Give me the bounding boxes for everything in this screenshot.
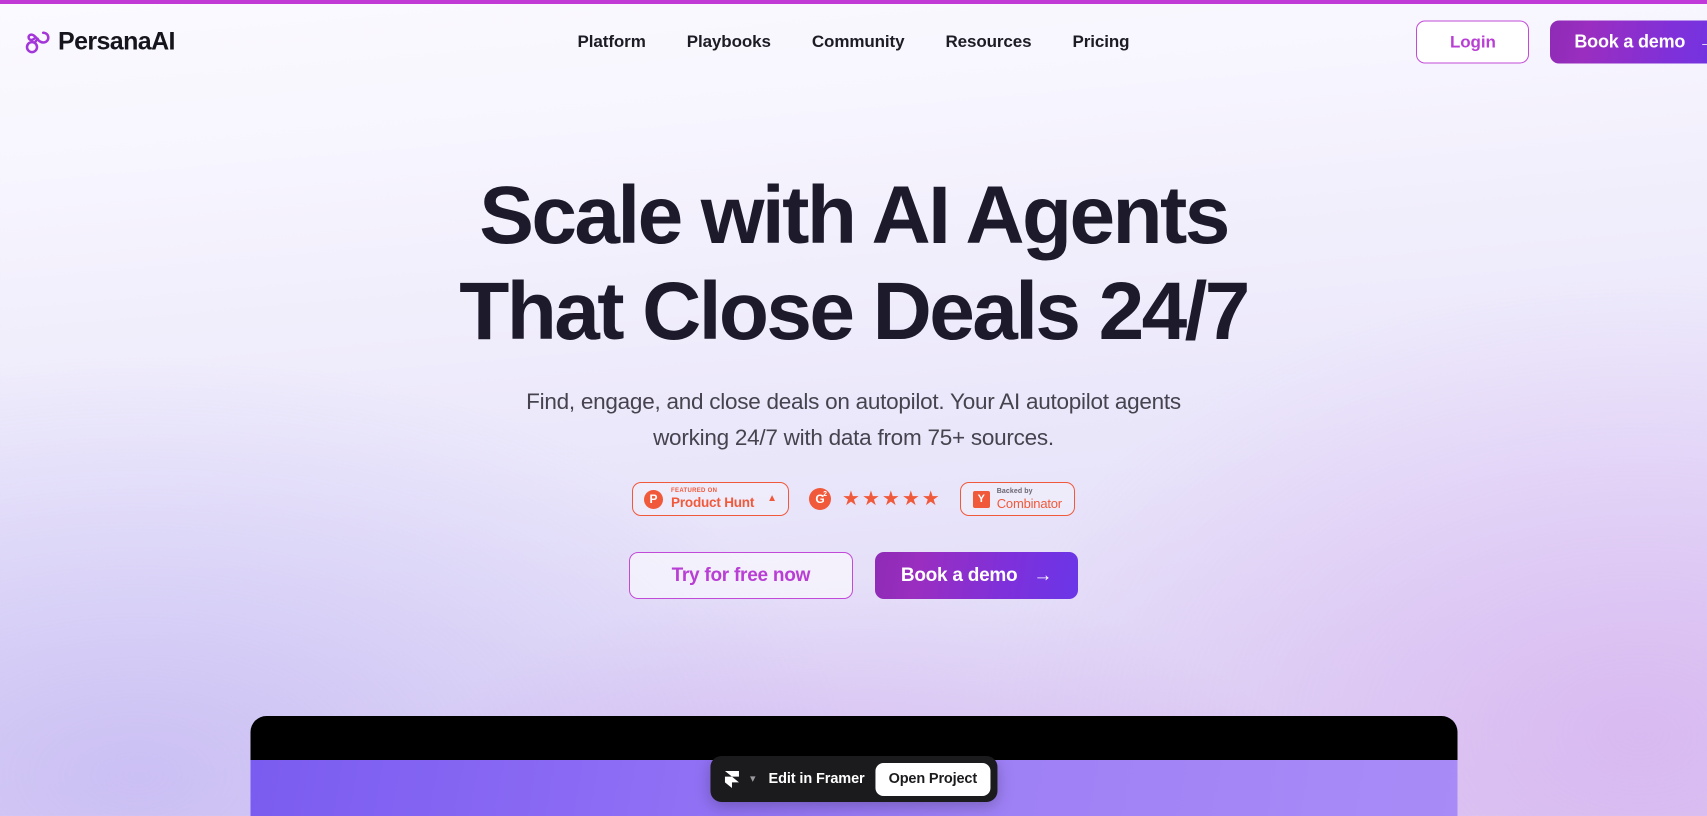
star-icon: ★ [901, 488, 920, 510]
nav-links: Platform Playbooks Community Resources P… [578, 31, 1130, 53]
brand-logo[interactable]: PersanaAI [24, 28, 175, 57]
page-title: Scale with AI Agents That Close Deals 24… [459, 168, 1250, 360]
g2-mark-sup: 2 [823, 491, 828, 498]
brand-name: PersanaAI [58, 27, 175, 56]
headline-line-1: Scale with AI Agents [479, 170, 1230, 261]
framer-logo-icon[interactable] [724, 770, 739, 788]
star-icon: ★ [861, 488, 880, 510]
edit-in-framer-label: Edit in Framer [768, 771, 865, 787]
book-a-demo-label-nav: Book a demo [1574, 31, 1686, 52]
social-proof-badges: P FEATURED ON Product Hunt ▲ G2 ★ ★ ★ ★ … [632, 482, 1075, 516]
book-a-demo-button-nav[interactable]: Book a demo → [1550, 20, 1707, 64]
nav-item-playbooks[interactable]: Playbooks [687, 31, 771, 53]
chevron-down-icon[interactable]: ▾ [750, 773, 756, 785]
yc-eyebrow: Backed by [996, 487, 1033, 495]
star-rating: ★ ★ ★ ★ ★ [842, 489, 940, 509]
subtitle-line-1: Find, engage, and close deals on autopil… [526, 389, 1181, 414]
nav-item-platform[interactable]: Platform [578, 31, 646, 53]
try-for-free-button[interactable]: Try for free now [628, 552, 853, 599]
star-icon: ★ [921, 488, 940, 510]
login-button[interactable]: Login [1416, 20, 1530, 64]
yc-label: Combinator [996, 495, 1062, 511]
hero-subtitle: Find, engage, and close deals on autopil… [526, 384, 1181, 456]
y-combinator-icon: Y [972, 490, 990, 508]
star-icon: ★ [842, 488, 860, 510]
headline-line-2: That Close Deals 24/7 [459, 266, 1250, 357]
hero-cta-row: Try for free now Book a demo → [628, 552, 1079, 599]
product-hunt-label: Product Hunt [671, 495, 755, 510]
nav-actions: Login Book a demo → [1416, 20, 1707, 64]
arrow-right-icon: → [1698, 33, 1707, 52]
page-load-progress-bar [0, 0, 1707, 4]
framer-editor-toolbar: ▾ Edit in Framer Open Project [709, 756, 998, 802]
nav-item-pricing[interactable]: Pricing [1073, 31, 1130, 53]
y-combinator-badge[interactable]: Y Backed by Combinator [959, 482, 1075, 516]
hero-section: Scale with AI Agents That Close Deals 24… [0, 0, 1707, 816]
persana-loop-icon [24, 28, 52, 56]
g2-rating-badge[interactable]: G2 ★ ★ ★ ★ ★ [809, 488, 940, 510]
book-a-demo-label-hero: Book a demo [900, 564, 1018, 586]
nav-item-resources[interactable]: Resources [945, 31, 1031, 53]
open-project-button[interactable]: Open Project [875, 762, 991, 796]
nav-item-community[interactable]: Community [812, 31, 905, 53]
product-hunt-eyebrow: FEATURED ON [671, 488, 718, 494]
g2-icon: G2 [809, 488, 832, 510]
book-a-demo-button-hero[interactable]: Book a demo → [874, 552, 1079, 599]
product-hunt-badge[interactable]: P FEATURED ON Product Hunt ▲ [632, 482, 790, 516]
star-icon: ★ [881, 488, 900, 510]
product-hunt-icon: P [644, 489, 664, 509]
arrow-right-icon: → [1033, 565, 1053, 586]
main-navigation-bar: PersanaAI Platform Playbooks Community R… [0, 4, 1707, 80]
subtitle-line-2: working 24/7 with data from 75+ sources. [653, 425, 1054, 450]
caret-up-icon: ▲ [767, 493, 778, 504]
